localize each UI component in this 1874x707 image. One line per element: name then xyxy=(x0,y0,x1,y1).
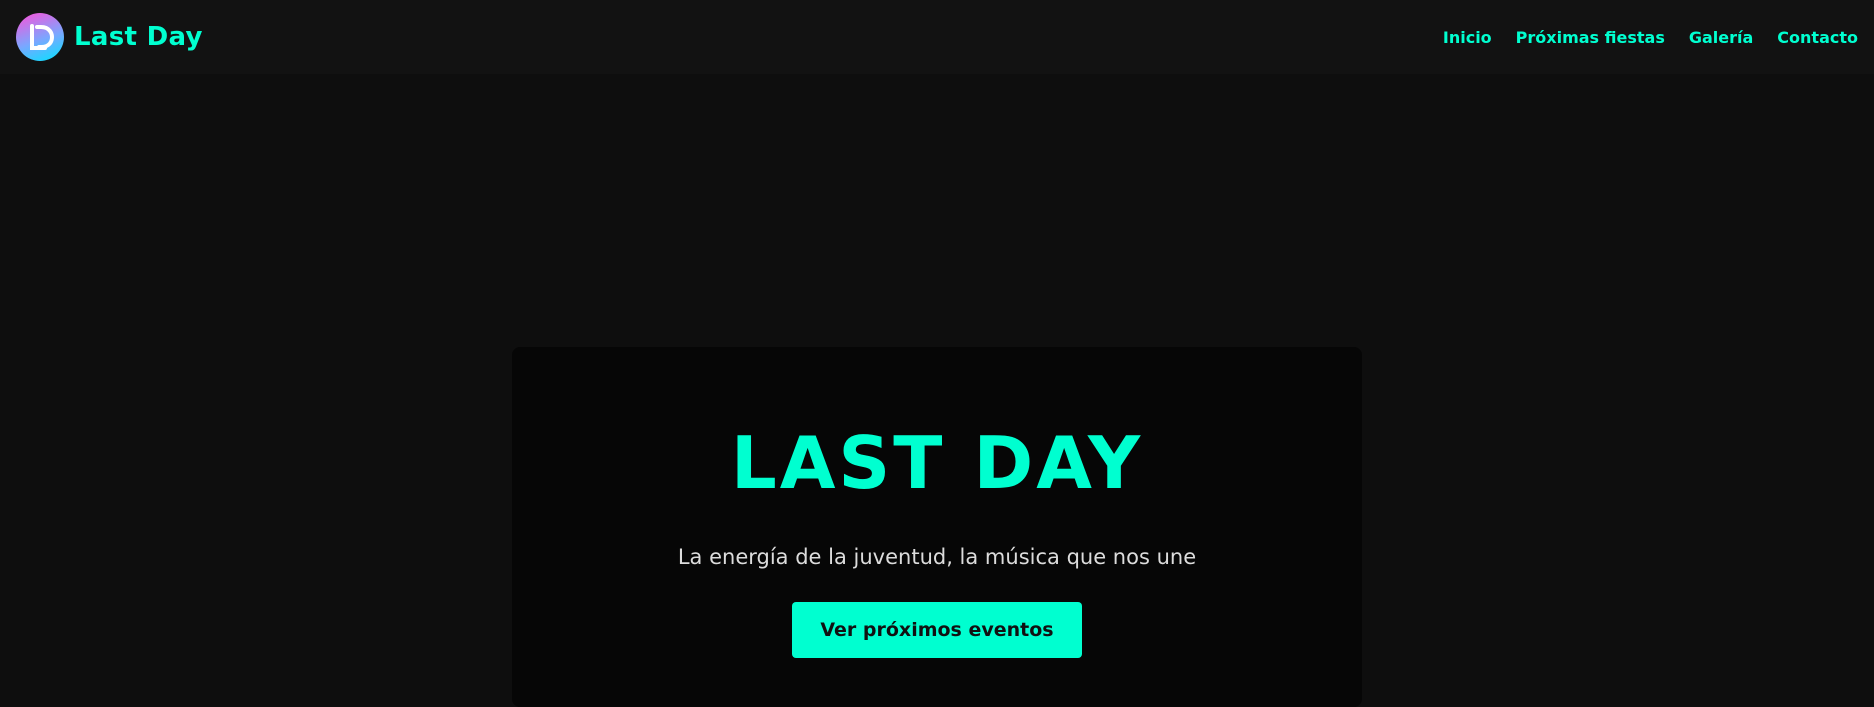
nav-link-contacto[interactable]: Contacto xyxy=(1777,28,1858,47)
nav-link-proximas-fiestas[interactable]: Próximas fiestas xyxy=(1516,28,1665,47)
upcoming-events-button[interactable]: Ver próximos eventos xyxy=(792,602,1082,658)
nav-link-inicio[interactable]: Inicio xyxy=(1443,28,1492,47)
navbar: Last Day Inicio Próximas fiestas Galería… xyxy=(0,0,1874,74)
hero-subtitle: La energía de la juventud, la música que… xyxy=(677,545,1197,569)
hero-card: LAST DAY La energía de la juventud, la m… xyxy=(512,347,1362,707)
hero-title: LAST DAY xyxy=(730,421,1144,505)
main-nav: Inicio Próximas fiestas Galería Contacto xyxy=(1443,28,1858,47)
nav-link-galeria[interactable]: Galería xyxy=(1689,28,1753,47)
brand-link[interactable]: Last Day xyxy=(16,13,203,61)
ld-logo-icon xyxy=(16,13,64,61)
brand-name: Last Day xyxy=(74,22,203,52)
